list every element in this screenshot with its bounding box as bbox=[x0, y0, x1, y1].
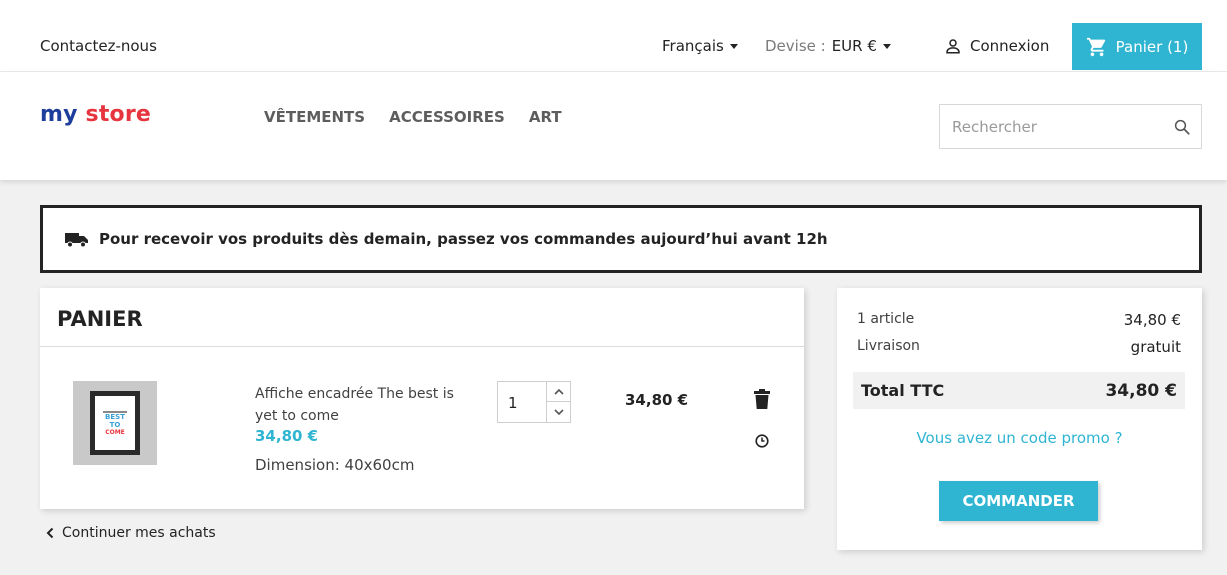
summary-total-value: 34,80 € bbox=[1105, 380, 1177, 401]
summary-shipping-label: Livraison bbox=[857, 338, 920, 354]
promo-code-link[interactable]: Vous avez un code promo ? bbox=[837, 429, 1202, 447]
checkout-button[interactable]: COMMANDER bbox=[939, 481, 1098, 521]
product-dimension: Dimension: 40x60cm bbox=[255, 456, 415, 474]
menu-item-art[interactable]: ART bbox=[529, 108, 562, 126]
line-total: 34,80 € bbox=[625, 391, 689, 409]
continue-shopping-link[interactable]: Continuer mes achats bbox=[46, 525, 216, 541]
main-menu: VÊTEMENTS ACCESSOIRES ART bbox=[264, 108, 562, 126]
product-price: 34,80 € bbox=[255, 427, 319, 445]
logo-part-my: my bbox=[40, 102, 78, 127]
search-input[interactable]: Rechercher bbox=[952, 118, 1037, 136]
poster-text-best: BEST bbox=[105, 412, 125, 421]
login-label: Connexion bbox=[970, 37, 1050, 55]
top-nav-bar: Contactez-nous Français Devise : EUR € C… bbox=[0, 0, 1227, 72]
currency-value: EUR € bbox=[831, 37, 877, 55]
menu-item-vetements[interactable]: VÊTEMENTS bbox=[264, 108, 365, 126]
menu-item-accessoires[interactable]: ACCESSOIRES bbox=[389, 108, 505, 126]
login-link[interactable]: Connexion bbox=[944, 37, 1049, 55]
summary-items-label: 1 article bbox=[857, 311, 915, 327]
search-icon[interactable] bbox=[1173, 118, 1191, 136]
product-name[interactable]: Affiche encadrée The best is yet to come bbox=[255, 383, 465, 427]
chevron-down-icon bbox=[554, 408, 564, 415]
continue-label: Continuer mes achats bbox=[62, 525, 216, 541]
divider bbox=[40, 346, 804, 347]
poster-frame: BEST TO COME bbox=[90, 391, 140, 455]
poster-text-to: TO bbox=[109, 420, 121, 429]
truck-icon bbox=[65, 233, 88, 248]
cart-summary: 1 article 34,80 € Livraison gratuit Tota… bbox=[837, 288, 1202, 550]
language-selector[interactable]: Français bbox=[662, 37, 738, 55]
summary-shipping-value: gratuit bbox=[1130, 338, 1181, 356]
chevron-up-icon bbox=[554, 388, 564, 395]
clock-icon[interactable] bbox=[755, 434, 769, 448]
poster-content: BEST TO COME bbox=[95, 396, 135, 450]
caret-down-icon bbox=[729, 43, 738, 49]
quantity-decrease-button[interactable] bbox=[547, 402, 571, 422]
poster-text-come: COME bbox=[105, 428, 125, 436]
trash-icon[interactable] bbox=[754, 389, 770, 409]
delivery-banner: Pour recevoir vos produits dès demain, p… bbox=[40, 205, 1202, 273]
contact-link[interactable]: Contactez-nous bbox=[40, 37, 157, 55]
currency-label: Devise : bbox=[765, 37, 826, 55]
cart-button[interactable]: Panier (1) bbox=[1072, 23, 1202, 70]
banner-text: Pour recevoir vos produits dès demain, p… bbox=[99, 230, 828, 248]
search-box[interactable]: Rechercher bbox=[939, 104, 1202, 149]
cart-label: Panier (1) bbox=[1115, 37, 1189, 56]
cart-title: PANIER bbox=[57, 307, 143, 331]
summary-items-value: 34,80 € bbox=[1123, 311, 1181, 329]
logo-part-store: store bbox=[85, 102, 152, 127]
summary-shipping-row: Livraison gratuit bbox=[857, 338, 1181, 356]
quantity-input[interactable]: 1 bbox=[508, 394, 518, 412]
shopping-cart-icon bbox=[1086, 37, 1105, 56]
chevron-left-icon bbox=[46, 527, 54, 539]
caret-down-icon bbox=[882, 43, 891, 49]
summary-total-label: Total TTC bbox=[861, 381, 945, 400]
summary-items-row: 1 article 34,80 € bbox=[857, 311, 1181, 329]
quantity-buttons bbox=[546, 382, 571, 422]
summary-total-row: Total TTC 34,80 € bbox=[853, 372, 1185, 409]
store-logo[interactable]: my store bbox=[40, 102, 151, 127]
quantity-stepper: 1 bbox=[497, 381, 571, 423]
currency-selector[interactable]: Devise : EUR € bbox=[765, 37, 891, 55]
product-thumbnail[interactable]: BEST TO COME bbox=[73, 381, 157, 465]
user-icon bbox=[946, 39, 960, 54]
language-label: Français bbox=[662, 37, 724, 55]
quantity-increase-button[interactable] bbox=[547, 382, 571, 402]
cart-panel: PANIER BEST TO COME Affiche encadrée The… bbox=[40, 288, 804, 509]
